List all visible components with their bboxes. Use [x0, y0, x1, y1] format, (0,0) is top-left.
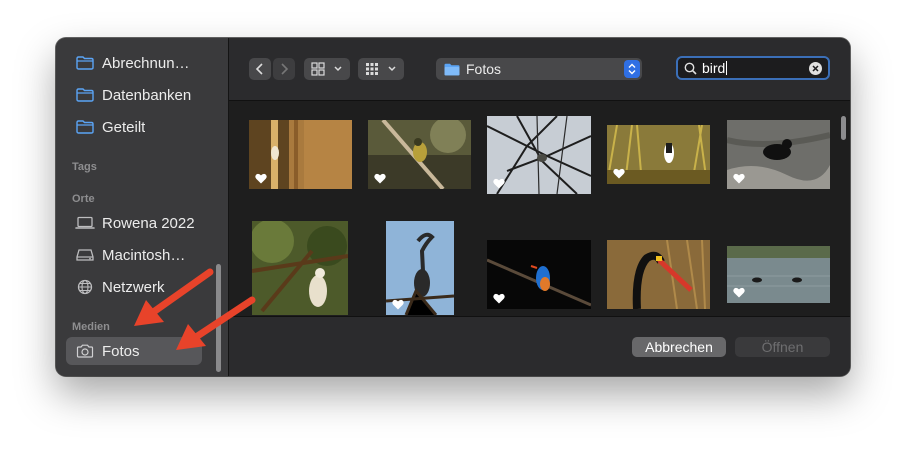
annotation-arrows: [134, 268, 256, 350]
annotation-arrow: [134, 268, 214, 326]
annotation-arrow: [176, 296, 256, 350]
